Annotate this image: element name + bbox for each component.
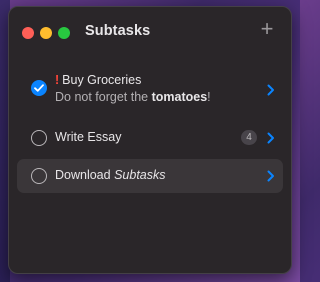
task-row-write-essay[interactable]: Write Essay 4 xyxy=(17,117,283,159)
task-checkbox-completed[interactable] xyxy=(31,80,47,96)
minimize-window-button[interactable] xyxy=(40,27,52,39)
task-title-text: Download xyxy=(55,168,115,182)
plus-icon: + xyxy=(260,16,274,41)
subtasks-window: Subtasks + ! Buy Groceries Do not forget … xyxy=(8,6,292,274)
checkmark-icon xyxy=(34,84,44,92)
close-window-button[interactable] xyxy=(22,27,34,39)
task-title-text: Buy Groceries xyxy=(62,73,142,87)
chevron-right-icon[interactable] xyxy=(267,170,275,182)
add-task-button[interactable]: + xyxy=(257,16,277,41)
task-note: Do not forget the tomatoes! xyxy=(55,90,211,104)
chevron-right-icon[interactable] xyxy=(267,84,275,96)
task-title: ! Buy Groceries xyxy=(55,73,141,87)
subtask-count-badge: 4 xyxy=(241,130,257,145)
task-title-italic-text: Subtasks xyxy=(114,168,166,182)
window-title: Subtasks xyxy=(85,23,151,39)
zoom-window-button[interactable] xyxy=(58,27,70,39)
note-bold-text: tomatoes xyxy=(151,90,208,104)
task-row-buy-groceries[interactable]: ! Buy Groceries Do not forget the tomatoe… xyxy=(17,67,283,113)
task-title: Write Essay xyxy=(55,130,122,144)
task-title: Download Subtasks xyxy=(55,168,166,182)
note-suffix: ! xyxy=(207,90,211,104)
priority-mark: ! xyxy=(55,73,60,87)
task-row-download-subtasks[interactable]: Download Subtasks xyxy=(17,159,283,193)
task-checkbox[interactable] xyxy=(31,130,47,146)
task-checkbox[interactable] xyxy=(31,168,47,184)
chevron-right-icon[interactable] xyxy=(267,132,275,144)
title-bar: Subtasks + xyxy=(9,7,291,55)
note-text: Do not forget the xyxy=(55,90,152,104)
